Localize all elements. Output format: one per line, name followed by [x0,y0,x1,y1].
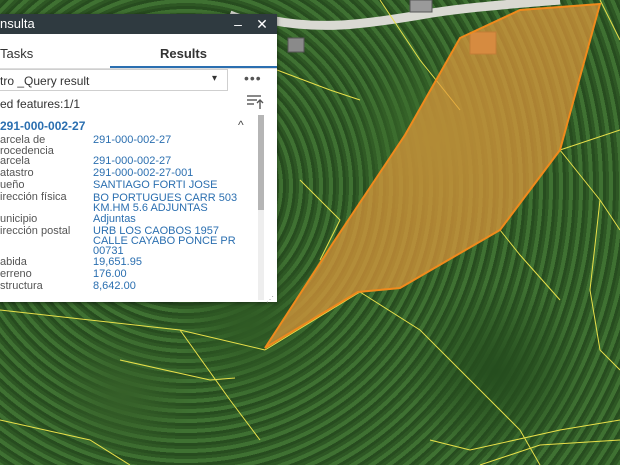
field-value: 291-000-002-27-001 [93,167,194,179]
sort-icon[interactable] [246,94,264,110]
resize-grip-icon[interactable]: ⋰ [266,295,274,304]
panel-titlebar[interactable]: nsulta – ✕ [0,14,277,34]
minimize-button[interactable]: – [228,14,248,34]
field-label: erreno [0,268,32,280]
field-label: irección física [0,191,67,203]
more-options-button[interactable]: ••• [244,70,262,86]
layer-select[interactable]: tro _Query result ▾ [0,69,228,91]
field-label: atastro [0,167,34,179]
tab-tasks[interactable]: Tasks [0,46,33,61]
selected-features-count: ed features:1/1 [0,97,81,111]
field-label: unicipio [0,213,38,225]
panel-title: nsulta [0,16,35,31]
scrollbar-thumb[interactable] [258,115,264,210]
field-value: 291-000-002-27 [93,155,172,167]
query-results-panel: nsulta – ✕ Tasks Results tro _Query resu… [0,14,277,304]
house [287,37,305,53]
house [409,0,433,13]
field-value: URB LOS CAOBOS 1957 CALLE CAYABO PONCE P… [93,225,236,257]
field-label: ueño [0,179,25,191]
field-value: 176.00 [93,268,127,280]
layer-select-value: tro _Query result [0,74,90,88]
record-title[interactable]: 291-000-002-27 [0,119,85,133]
field-value: Adjuntas [93,213,136,225]
record-scrollbar[interactable] [258,115,264,300]
chevron-down-icon: ▾ [211,73,217,84]
field-label: structura [0,280,43,292]
field-value: BO PORTUGUES CARR 503 KM.HM 5.6 ADJUNTAS [93,192,238,214]
field-label: abida [0,256,27,268]
field-label: arcela [0,155,30,167]
field-value: 291-000-002-27 [93,134,172,146]
field-value: 8,642.00 [93,280,136,292]
tab-results[interactable]: Results [160,46,207,61]
field-label: arcela de rocedencia [0,134,54,157]
chevron-up-icon[interactable]: ^ [238,118,244,132]
field-value: 19,651.95 [93,256,142,268]
active-tab-indicator [110,66,277,68]
field-value: SANTIAGO FORTI JOSE [93,179,218,191]
field-label: irección postal [0,225,71,237]
tab-bar: Tasks Results [0,38,277,69]
feature-record: 291-000-002-27 ^ arcela de rocedencia 29… [0,118,262,298]
selected-parcel[interactable] [264,2,602,349]
close-button[interactable]: ✕ [252,14,272,34]
